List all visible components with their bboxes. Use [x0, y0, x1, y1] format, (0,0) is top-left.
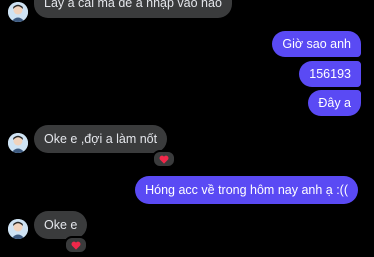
message-text: Oke e: [44, 218, 78, 232]
chat-thread: Lấy a cái mã để a nhập vào nào Giờ sao a…: [0, 0, 374, 257]
heart-icon: [159, 155, 169, 164]
heart-icon: [71, 241, 81, 250]
contact-avatar[interactable]: [8, 2, 28, 22]
message-text: Oke e ,đợi a làm nốt: [44, 132, 158, 146]
message-reaction[interactable]: [152, 150, 176, 168]
outgoing-message-bubble[interactable]: Hóng acc về trong hôm nay anh ạ :((: [135, 176, 358, 204]
incoming-message-bubble[interactable]: Lấy a cái mã để a nhập vào nào: [34, 0, 232, 18]
message-text: 156193: [309, 67, 351, 81]
message-text: Đây a: [318, 96, 351, 110]
outgoing-message-bubble[interactable]: Giờ sao anh: [272, 31, 361, 57]
message-text: Lấy a cái mã để a nhập vào nào: [44, 0, 222, 10]
incoming-message-bubble[interactable]: Oke e: [34, 211, 88, 239]
message-reaction[interactable]: [64, 236, 88, 254]
outgoing-message-bubble[interactable]: Đây a: [308, 90, 361, 116]
incoming-message-bubble[interactable]: Oke e ,đợi a làm nốt: [34, 125, 168, 153]
message-text: Hóng acc về trong hôm nay anh ạ :((: [145, 183, 348, 197]
outgoing-message-bubble[interactable]: 156193: [299, 61, 361, 87]
contact-avatar[interactable]: [8, 133, 28, 153]
contact-avatar[interactable]: [8, 219, 28, 239]
message-text: Giờ sao anh: [282, 37, 351, 51]
